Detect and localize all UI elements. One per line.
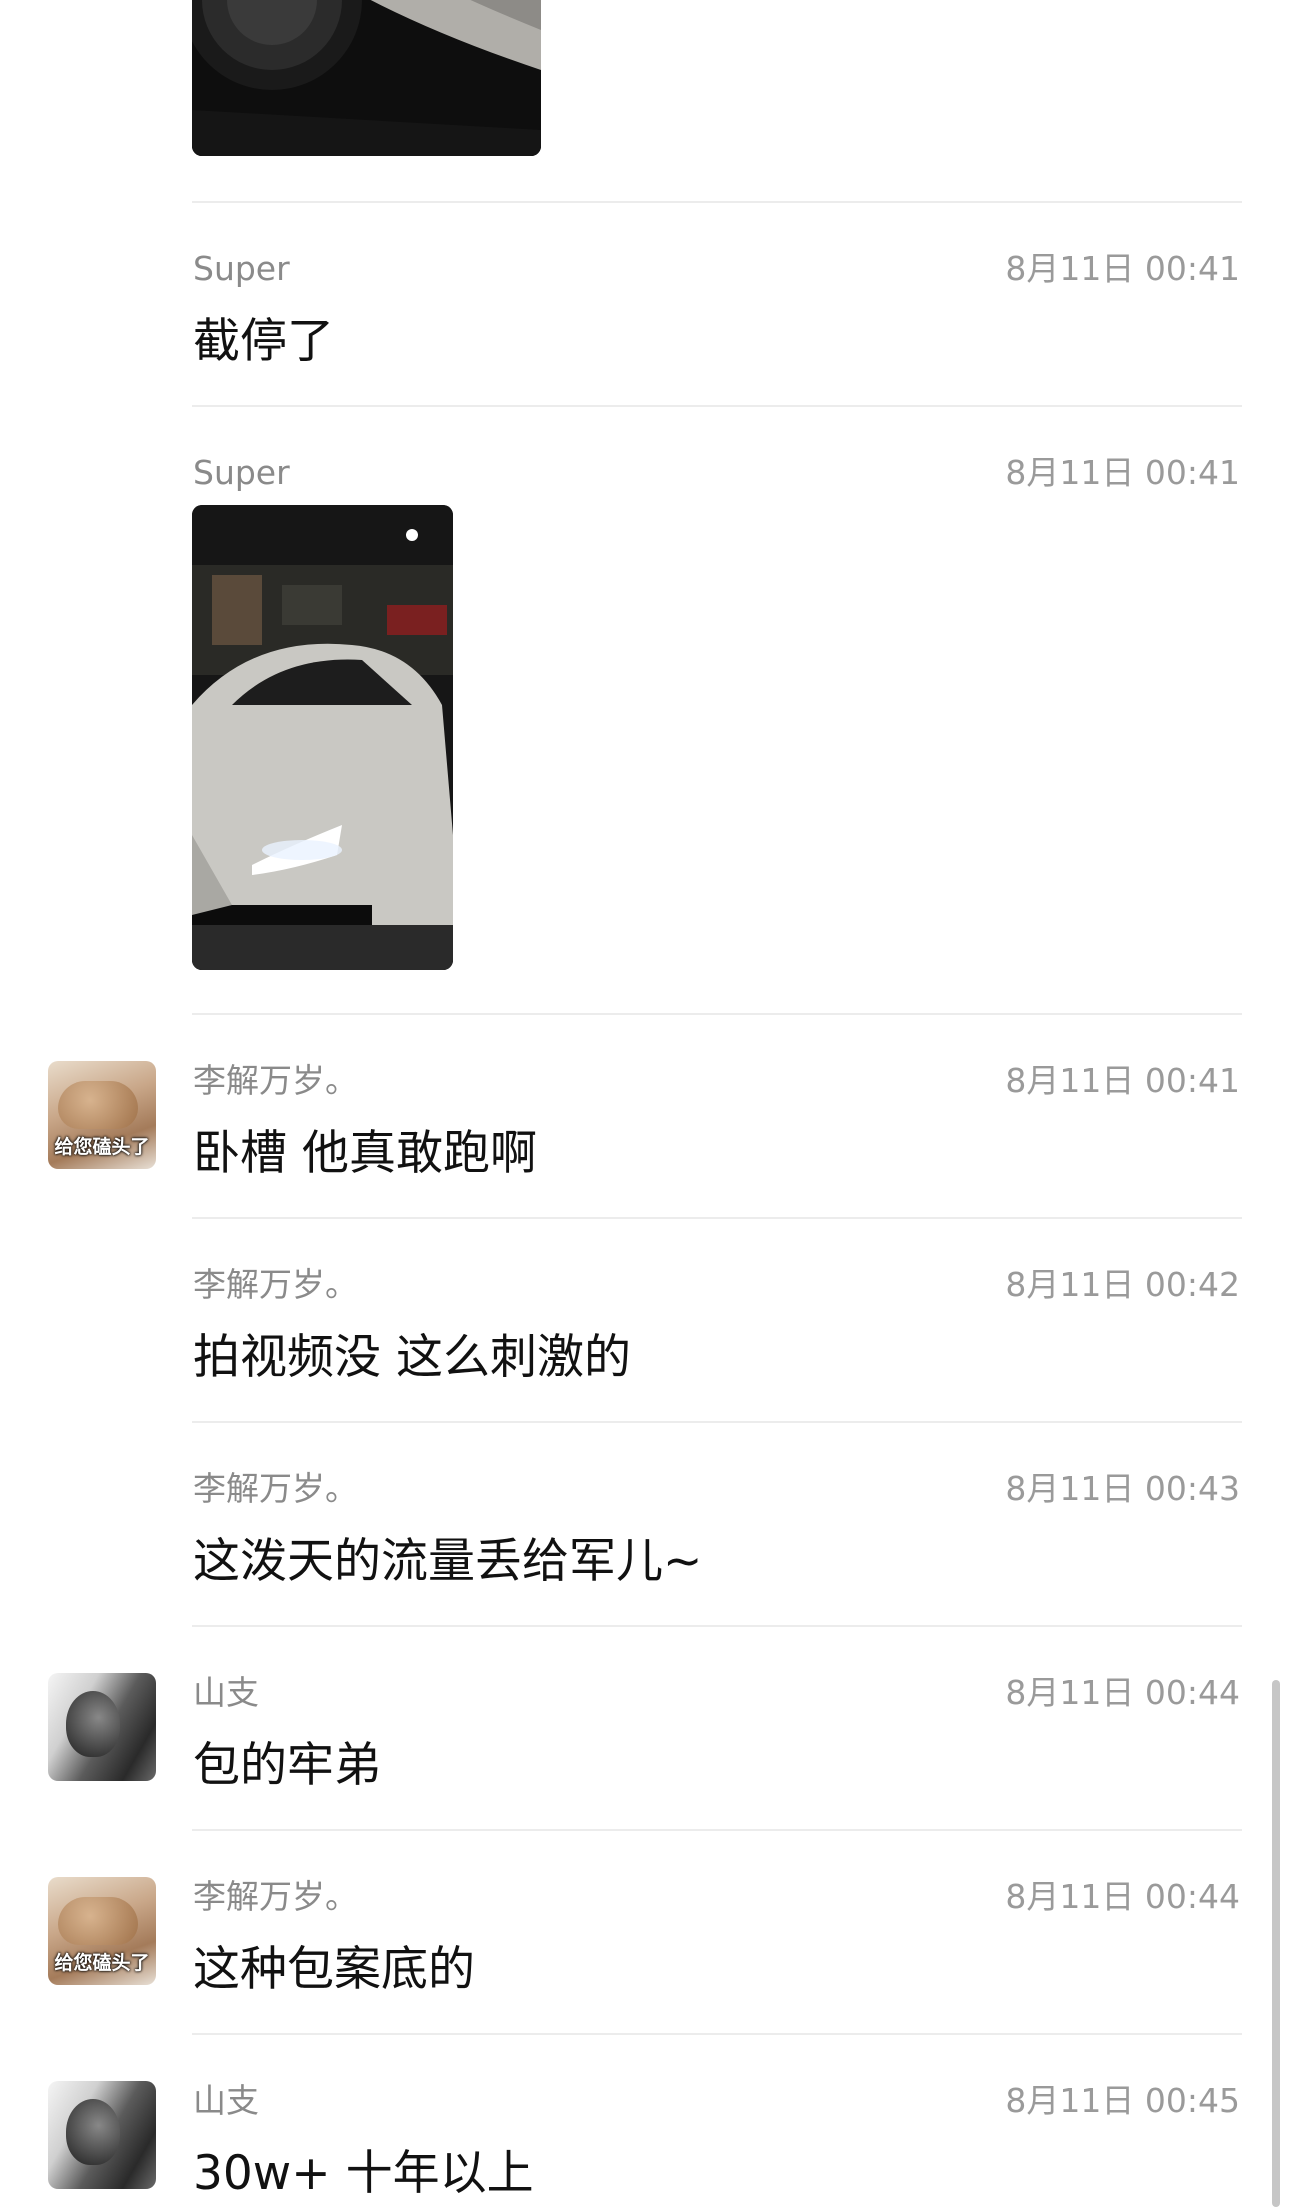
message-text: 这泼天的流量丢给军儿~ — [193, 1534, 703, 1589]
message-time: 8月11日 00:41 — [1005, 453, 1240, 492]
message-item[interactable]: Super 8月11日 00:41 截停了 — [0, 203, 1290, 407]
message-item[interactable]: 李解万岁。 8月11日 00:43 这泼天的流量丢给军儿~ — [0, 1423, 1290, 1627]
message-time: 8月11日 00:42 — [1005, 1265, 1240, 1304]
message-sender: 李解万岁。 — [193, 1061, 358, 1100]
message-item[interactable]: 给您磕头了 李解万岁。 8月11日 00:41 卧槽 他真敢跑啊 — [0, 1015, 1290, 1219]
message-sender: Super — [193, 249, 290, 288]
message-sender: 李解万岁。 — [193, 1877, 358, 1916]
message-text: 拍视频没 这么刺激的 — [193, 1330, 631, 1385]
cat-image — [58, 1081, 138, 1129]
message-sender: 李解万岁。 — [193, 1469, 358, 1508]
message-sender: Super — [193, 453, 290, 492]
avatar-caption: 给您磕头了 — [54, 1136, 150, 1158]
message-text: 截停了 — [193, 314, 334, 369]
message-time: 8月11日 00:41 — [1005, 1061, 1240, 1100]
image-message-white-car[interactable] — [192, 505, 453, 970]
message-time: 8月11日 00:43 — [1005, 1469, 1240, 1508]
message-text: 30w+ 十年以上 — [193, 2146, 534, 2201]
message-text: 卧槽 他真敢跑啊 — [193, 1126, 537, 1181]
portrait-image — [66, 2099, 120, 2165]
message-item[interactable]: 李解万岁。 8月11日 00:42 拍视频没 这么刺激的 — [0, 1219, 1290, 1423]
message-time: 8月11日 00:45 — [1005, 2081, 1240, 2120]
message-time: 8月11日 00:44 — [1005, 1877, 1240, 1916]
scrollbar[interactable] — [1272, 1680, 1280, 2207]
message-sender: 山支 — [193, 2081, 259, 2120]
message-text: 这种包案底的 — [193, 1942, 475, 1997]
message-sender: 李解万岁。 — [193, 1265, 358, 1304]
message-item[interactable]: 山支 8月11日 00:45 30w+ 十年以上 — [0, 2035, 1290, 2207]
cat-image — [58, 1897, 138, 1945]
message-sender: 山支 — [193, 1673, 259, 1712]
portrait-image — [66, 1691, 120, 1757]
message-item[interactable]: 山支 8月11日 00:44 包的牢弟 — [0, 1627, 1290, 1831]
avatar[interactable]: 给您磕头了 — [48, 1061, 156, 1169]
avatar[interactable] — [48, 1673, 156, 1781]
avatar[interactable]: 给您磕头了 — [48, 1877, 156, 1985]
avatar-caption: 给您磕头了 — [54, 1952, 150, 1974]
message-item[interactable]: 给您磕头了 李解万岁。 8月11日 00:44 这种包案底的 — [0, 1831, 1290, 2035]
message-text: 包的牢弟 — [193, 1738, 381, 1793]
image-message-car-wheel[interactable] — [192, 0, 541, 156]
message-time: 8月11日 00:41 — [1005, 249, 1240, 288]
chat-history: Super 8月11日 00:41 截停了 Super 8月11日 00:41 — [0, 0, 1290, 2207]
message-time: 8月11日 00:44 — [1005, 1673, 1240, 1712]
avatar[interactable] — [48, 2081, 156, 2189]
